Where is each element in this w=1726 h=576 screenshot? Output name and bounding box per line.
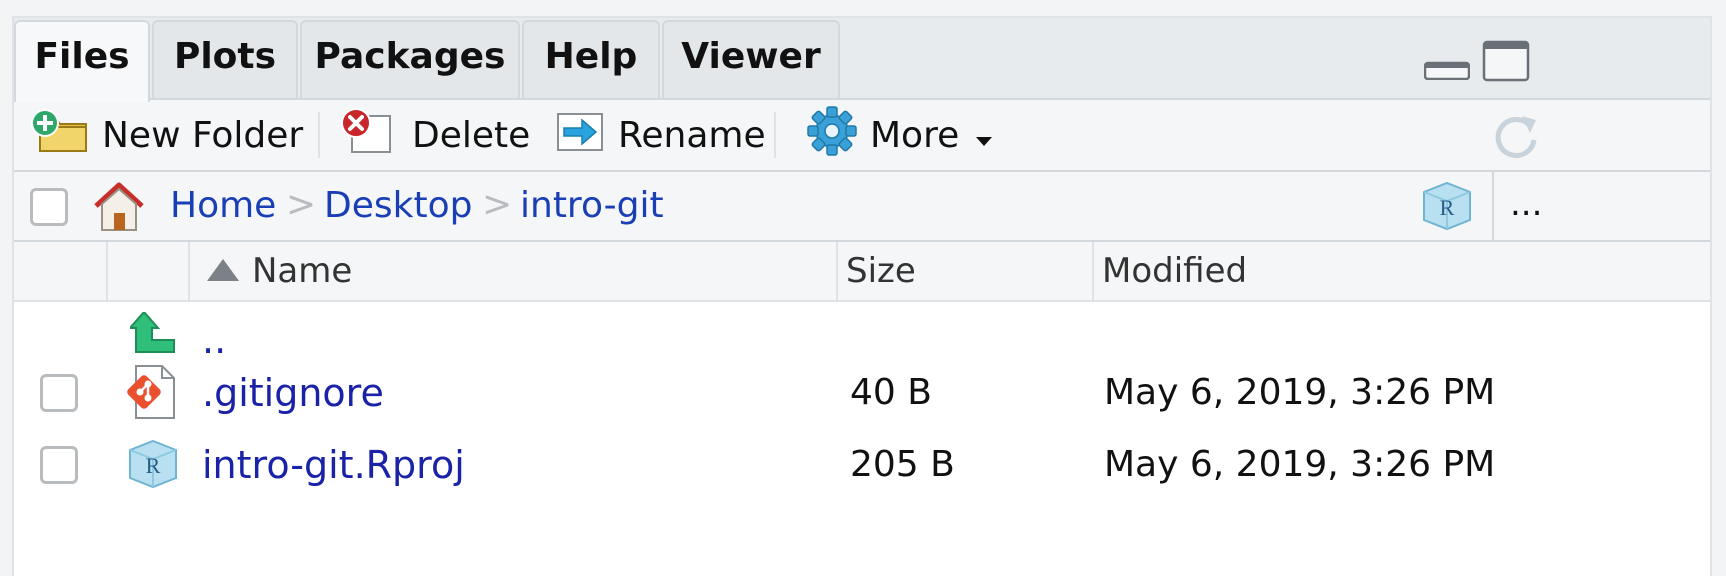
minimize-icon[interactable] xyxy=(1423,58,1471,84)
home-icon[interactable] xyxy=(90,180,148,238)
file-modified: May 6, 2019, 3:26 PM xyxy=(1104,372,1496,413)
column-divider xyxy=(188,242,190,300)
tab-bar: Files Plots Packages Help Viewer xyxy=(14,18,1710,102)
toolbar-divider xyxy=(318,112,320,158)
breadcrumb-separator: > xyxy=(286,184,317,225)
breadcrumb-separator: > xyxy=(482,184,513,225)
svg-text:R: R xyxy=(146,453,161,478)
more-button[interactable]: More xyxy=(806,100,993,170)
up-arrow-icon xyxy=(127,310,176,360)
breadcrumb: Home > Desktop > intro-git R ... xyxy=(14,172,1710,242)
rename-button[interactable]: Rename xyxy=(550,100,766,170)
file-name-link[interactable]: .gitignore xyxy=(202,358,384,428)
sort-ascending-icon xyxy=(206,258,240,286)
column-divider xyxy=(106,242,108,300)
refresh-icon[interactable] xyxy=(1490,110,1542,166)
column-header-name[interactable]: Name xyxy=(252,242,352,300)
delete-label: Delete xyxy=(412,114,531,156)
tab-packages[interactable]: Packages xyxy=(300,20,520,98)
row-checkbox[interactable] xyxy=(40,374,78,412)
rproj-file-icon: R xyxy=(126,438,180,494)
breadcrumb-desktop[interactable]: Desktop xyxy=(324,172,472,240)
new-folder-button[interactable]: New Folder xyxy=(30,100,303,170)
rproject-icon[interactable]: R xyxy=(1420,180,1474,236)
file-size: 40 B xyxy=(850,372,932,413)
delete-icon xyxy=(338,107,394,163)
more-label: More xyxy=(870,114,960,156)
breadcrumb-overflow-button[interactable]: ... xyxy=(1510,172,1542,240)
rename-label: Rename xyxy=(618,114,766,156)
select-all-checkbox[interactable] xyxy=(30,188,68,226)
maximize-icon[interactable] xyxy=(1482,40,1530,86)
files-pane: Files Plots Packages Help Viewer New Fol… xyxy=(12,16,1712,576)
file-modified: May 6, 2019, 3:26 PM xyxy=(1104,444,1496,485)
delete-button[interactable]: Delete xyxy=(338,100,530,170)
column-divider xyxy=(1092,242,1094,300)
tab-viewer[interactable]: Viewer xyxy=(662,20,840,98)
table-row[interactable]: .gitignore 40 B May 6, 2019, 3:26 PM xyxy=(14,358,1710,428)
table-row[interactable]: R intro-git.Rproj 205 B May 6, 2019, 3:2… xyxy=(14,430,1710,500)
column-divider xyxy=(836,242,838,300)
breadcrumb-divider xyxy=(1492,172,1494,240)
tab-files[interactable]: Files xyxy=(14,20,150,102)
breadcrumb-home[interactable]: Home xyxy=(170,172,276,240)
file-list-header: Name Size Modified xyxy=(14,242,1710,302)
column-header-size[interactable]: Size xyxy=(846,242,916,300)
file-name-link[interactable]: intro-git.Rproj xyxy=(202,430,465,500)
new-folder-label: New Folder xyxy=(102,114,304,156)
tab-help[interactable]: Help xyxy=(522,20,660,98)
column-header-modified[interactable]: Modified xyxy=(1102,242,1247,300)
git-file-icon xyxy=(126,364,178,424)
toolbar: New Folder Delete Rename More xyxy=(14,98,1710,172)
breadcrumb-intro-git[interactable]: intro-git xyxy=(520,172,664,240)
svg-text:R: R xyxy=(1440,195,1455,220)
tab-plots[interactable]: Plots xyxy=(152,20,298,98)
rename-icon xyxy=(550,108,606,163)
row-checkbox[interactable] xyxy=(40,446,78,484)
gear-icon xyxy=(806,105,858,166)
toolbar-divider xyxy=(774,112,776,158)
file-size: 205 B xyxy=(850,444,955,485)
dropdown-caret-icon xyxy=(975,115,993,156)
new-folder-icon xyxy=(30,108,90,162)
